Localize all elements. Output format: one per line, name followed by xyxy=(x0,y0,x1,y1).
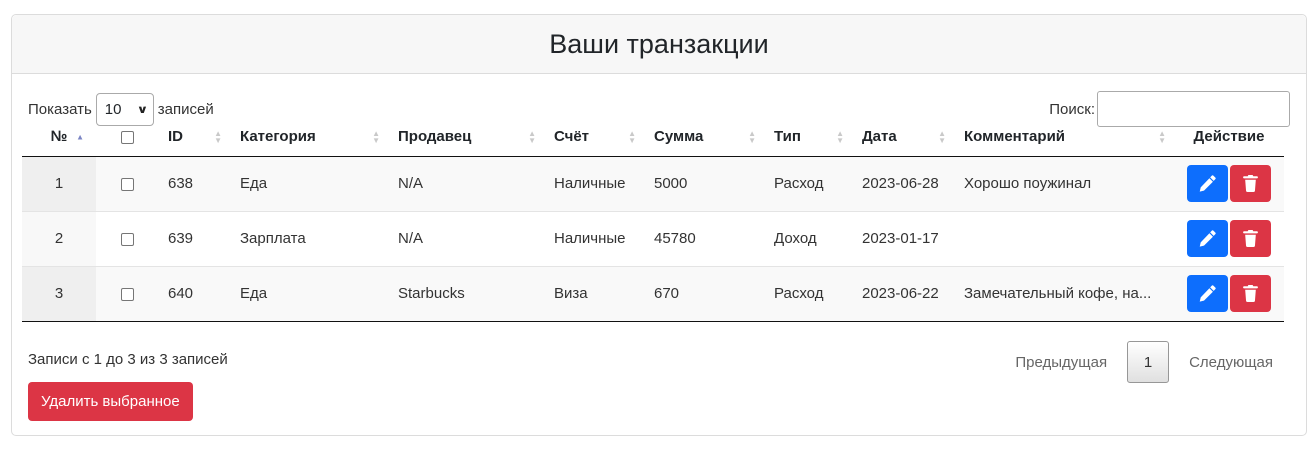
row-vendor: N/A xyxy=(388,156,544,211)
column-header-amount[interactable]: Сумма ▲ ▼ xyxy=(644,118,764,157)
entries-label: записей xyxy=(157,100,214,118)
row-number: 3 xyxy=(22,265,96,322)
sort-arrows-icon: ▲ ▼ xyxy=(528,128,536,145)
row-number: 2 xyxy=(22,210,96,266)
row-actions xyxy=(1174,210,1284,266)
row-number: 1 xyxy=(22,156,96,211)
search-label: Поиск: xyxy=(1049,100,1095,118)
delete-button[interactable] xyxy=(1230,220,1271,257)
row-account: Виза xyxy=(544,265,644,322)
select-all-checkbox[interactable] xyxy=(120,130,134,144)
column-header-actions: Действие xyxy=(1174,118,1284,157)
chevron-down-icon: ∨ xyxy=(136,103,149,116)
row-checkbox[interactable] xyxy=(120,232,134,246)
row-date: 2023-01-17 xyxy=(852,210,954,266)
column-header-account[interactable]: Счёт ▲ ▼ xyxy=(544,118,644,157)
row-id: 638 xyxy=(158,156,230,211)
sort-arrows-icon: ▲ ▼ xyxy=(372,128,380,145)
row-actions xyxy=(1174,265,1284,322)
delete-button[interactable] xyxy=(1230,275,1271,312)
column-header-vendor[interactable]: Продавец ▲ ▼ xyxy=(388,118,544,157)
row-checkbox[interactable] xyxy=(120,287,134,301)
table-row: 3 640 Еда Starbucks Виза 670 Расход 2023… xyxy=(22,265,1284,322)
column-header-type[interactable]: Тип ▲ ▼ xyxy=(764,118,852,157)
pencil-icon xyxy=(1199,175,1216,192)
edit-button[interactable] xyxy=(1187,165,1228,202)
row-checkbox-cell xyxy=(96,265,158,322)
trash-icon xyxy=(1243,285,1258,302)
pencil-icon xyxy=(1199,230,1216,247)
row-amount: 45780 xyxy=(644,210,764,266)
row-account: Наличные xyxy=(544,210,644,266)
row-category: Еда xyxy=(230,265,388,322)
row-actions xyxy=(1174,156,1284,211)
table-header-row: № ▲ ID ▲ ▼ Категория ▲ ▼ Продавец ▲ ▼ Счёт … xyxy=(22,118,1284,157)
row-vendor: N/A xyxy=(388,210,544,266)
row-comment: Хорошо поужинал xyxy=(954,156,1174,211)
page-1-button[interactable]: 1 xyxy=(1127,341,1170,383)
page-title: Ваши транзакции xyxy=(549,28,769,59)
column-header-category[interactable]: Категория ▲ ▼ xyxy=(230,118,388,157)
row-checkbox-cell xyxy=(96,210,158,266)
row-date: 2023-06-28 xyxy=(852,156,954,211)
table-row: 2 639 Зарплата N/A Наличные 45780 Доход … xyxy=(22,210,1284,266)
delete-button[interactable] xyxy=(1230,165,1271,202)
column-header-id[interactable]: ID ▲ ▼ xyxy=(158,118,230,157)
prev-page-link[interactable]: Предыдущая xyxy=(995,354,1127,371)
row-type: Доход xyxy=(764,210,852,266)
row-comment: Замечательный кофе, на... xyxy=(954,265,1174,322)
show-label: Показать xyxy=(28,100,92,118)
column-header-date[interactable]: Дата ▲ ▼ xyxy=(852,118,954,157)
trash-icon xyxy=(1243,175,1258,192)
row-checkbox-cell xyxy=(96,156,158,211)
next-page-link[interactable]: Следующая xyxy=(1169,354,1293,371)
row-type: Расход xyxy=(764,156,852,211)
row-comment xyxy=(954,210,1174,266)
column-header-comment[interactable]: Комментарий ▲ ▼ xyxy=(954,118,1174,157)
row-type: Расход xyxy=(764,265,852,322)
sort-arrows-icon: ▲ ▼ xyxy=(836,128,844,145)
transactions-table: № ▲ ID ▲ ▼ Категория ▲ ▼ Продавец ▲ ▼ Счёт … xyxy=(22,118,1284,322)
row-amount: 670 xyxy=(644,265,764,322)
row-date: 2023-06-22 xyxy=(852,265,954,322)
row-id: 640 xyxy=(158,265,230,322)
trash-icon xyxy=(1243,230,1258,247)
edit-button[interactable] xyxy=(1187,220,1228,257)
row-category: Еда xyxy=(230,156,388,211)
sort-arrows-icon: ▲ xyxy=(76,132,84,142)
sort-arrows-icon: ▲ ▼ xyxy=(214,128,222,145)
row-amount: 5000 xyxy=(644,156,764,211)
sort-arrows-icon: ▲ ▼ xyxy=(938,128,946,145)
pagination: Предыдущая 1 Следующая xyxy=(995,341,1293,383)
card-header: Ваши транзакции xyxy=(12,15,1306,74)
edit-button[interactable] xyxy=(1187,275,1228,312)
row-checkbox[interactable] xyxy=(120,177,134,191)
column-header-number[interactable]: № ▲ xyxy=(22,118,96,157)
sort-arrows-icon: ▲ ▼ xyxy=(628,128,636,145)
delete-selected-button[interactable]: Удалить выбранное xyxy=(28,382,193,421)
sort-arrows-icon: ▲ ▼ xyxy=(748,128,756,145)
row-vendor: Starbucks xyxy=(388,265,544,322)
column-header-select-all xyxy=(96,118,158,157)
table-row: 1 638 Еда N/A Наличные 5000 Расход 2023-… xyxy=(22,156,1284,211)
table-info: Записи с 1 до 3 из 3 записей xyxy=(28,351,228,368)
row-account: Наличные xyxy=(544,156,644,211)
row-category: Зарплата xyxy=(230,210,388,266)
sort-arrows-icon: ▲ ▼ xyxy=(1158,128,1166,145)
page-length-value: 10 xyxy=(104,100,122,118)
pencil-icon xyxy=(1199,285,1216,302)
row-id: 639 xyxy=(158,210,230,266)
